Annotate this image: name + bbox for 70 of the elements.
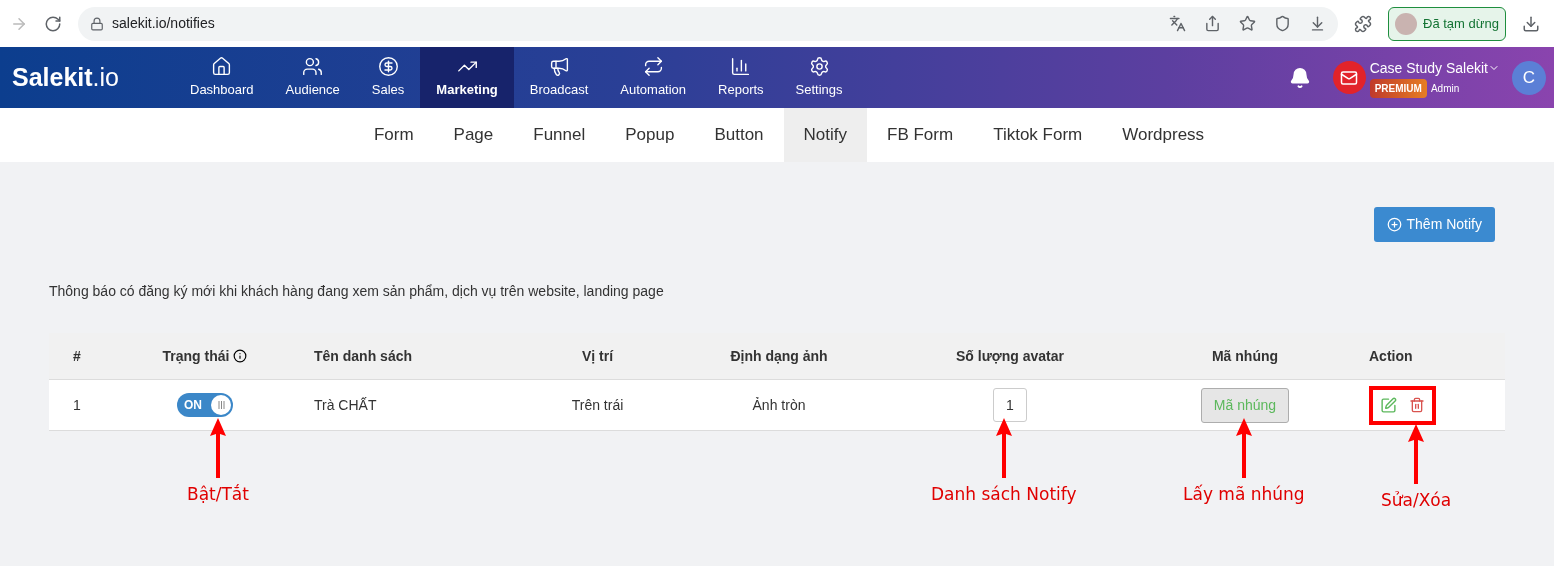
repeat-icon xyxy=(642,55,664,77)
share-icon[interactable] xyxy=(1204,15,1221,32)
star-icon[interactable] xyxy=(1239,15,1256,32)
column-header: Trạng thái xyxy=(162,346,230,366)
avatar-count-field[interactable]: 1 xyxy=(993,388,1027,422)
bar-chart-icon xyxy=(730,55,752,77)
info-icon[interactable] xyxy=(233,349,248,363)
sub-tab[interactable]: Page xyxy=(433,108,514,162)
column-header: Action xyxy=(1369,346,1413,366)
avatar-icon xyxy=(1395,12,1417,35)
mail-icon[interactable] xyxy=(1332,61,1366,94)
download-icon[interactable] xyxy=(1309,15,1326,32)
sub-tab[interactable]: Tiktok Form xyxy=(973,108,1103,162)
sub-tab[interactable]: Notify xyxy=(783,108,868,162)
arrow-annotation xyxy=(995,418,1012,478)
delete-icon[interactable] xyxy=(1409,397,1425,413)
dollar-icon xyxy=(377,55,399,77)
description-text: Thông báo có đăng ký mới khi khách hàng đang xem sản phẩm, dịch vụ trên website, landing page xyxy=(49,282,664,301)
settings-icon xyxy=(808,55,830,77)
nav-item[interactable]: Marketing xyxy=(420,47,514,108)
nav-item[interactable]: Dashboard xyxy=(174,47,270,108)
users-icon xyxy=(302,55,324,77)
annotation-label: Sửa/Xóa xyxy=(1381,489,1452,512)
annotation-label: Danh sách Notify xyxy=(931,483,1077,506)
column-header: Vị trí xyxy=(581,346,614,366)
address-bar[interactable]: salekit.io/notifies xyxy=(78,6,1338,41)
add-notify-button[interactable]: Thêm Notify xyxy=(1373,207,1495,242)
plan-badge: PREMIUM xyxy=(1369,78,1427,98)
shield-icon[interactable] xyxy=(1274,15,1291,32)
sub-tab[interactable]: Form xyxy=(353,108,434,162)
column-header: Tên danh sách xyxy=(314,346,413,366)
logo[interactable]: Salekit.io xyxy=(0,58,174,97)
table-cell-text: Ảnh tròn xyxy=(752,395,806,415)
plus-icon xyxy=(1386,217,1402,232)
nav-item[interactable]: Broadcast xyxy=(513,47,605,108)
account-name[interactable]: Case Study Salekit xyxy=(1369,57,1500,79)
translate-icon[interactable] xyxy=(1169,15,1186,32)
sub-tab[interactable]: Funnel xyxy=(513,108,606,162)
lock-icon xyxy=(90,16,104,31)
column-header: # xyxy=(73,346,81,366)
profile-button[interactable]: Đã tạm dừng xyxy=(1388,6,1506,41)
annotation-label: Lấy mã nhúng xyxy=(1183,483,1305,506)
sub-tab[interactable]: Button xyxy=(694,108,784,162)
nav-item[interactable]: Settings xyxy=(779,47,859,108)
extensions-icon[interactable] xyxy=(1354,14,1372,33)
user-avatar[interactable]: C xyxy=(1512,60,1546,95)
column-header: Số lượng avatar xyxy=(956,346,1064,366)
sub-tab[interactable]: Wordpress xyxy=(1102,108,1225,162)
house-icon xyxy=(211,55,233,77)
table-cell-text: Trên trái xyxy=(571,395,624,415)
megaphone-icon xyxy=(548,55,570,77)
table-cell-text: 1 xyxy=(73,395,81,415)
reload-icon[interactable] xyxy=(44,14,62,33)
arrow-annotation xyxy=(1235,418,1252,478)
role-label: Admin xyxy=(1430,81,1460,96)
table-cell-text: Trà CHẤT xyxy=(314,395,377,415)
nav-item[interactable]: Reports xyxy=(702,47,780,108)
sub-tab[interactable]: Popup xyxy=(605,108,695,162)
column-header: Định dạng ảnh xyxy=(730,346,828,366)
sub-tab[interactable]: FB Form xyxy=(867,108,974,162)
bell-icon[interactable] xyxy=(1288,66,1311,89)
download-icon[interactable] xyxy=(1521,14,1540,33)
status-toggle[interactable]: ON xyxy=(177,393,233,417)
grip-icon xyxy=(217,401,225,409)
nav-item[interactable]: Audience xyxy=(269,47,356,108)
nav-item[interactable]: Sales xyxy=(355,47,421,108)
annotation-label: Bật/Tắt xyxy=(187,483,249,506)
column-header: Mã nhúng xyxy=(1211,346,1279,366)
nav-item[interactable]: Automation xyxy=(604,47,703,108)
arrow-annotation xyxy=(209,418,226,478)
